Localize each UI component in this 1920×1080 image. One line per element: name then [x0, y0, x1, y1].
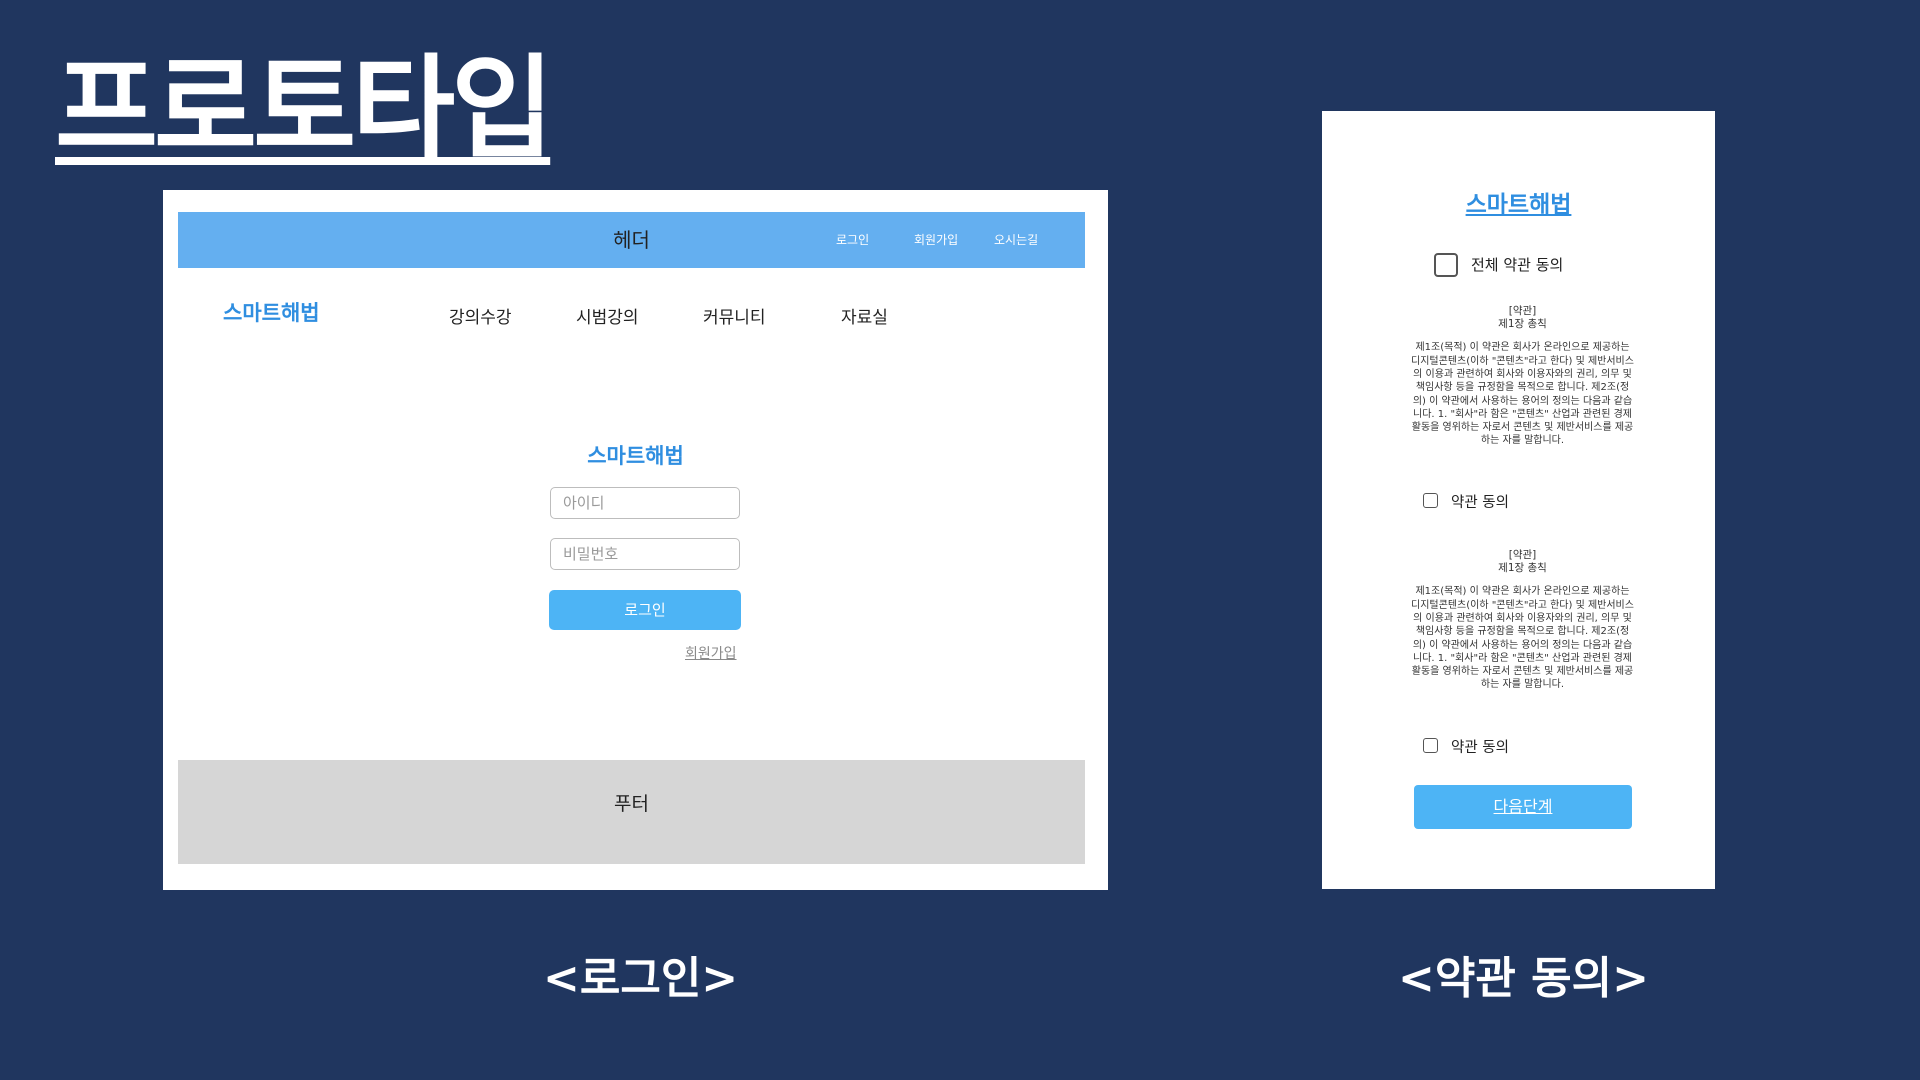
header-directions-link[interactable]: 오시는길: [994, 212, 1038, 268]
nav-item-trial-lecture[interactable]: 시범강의: [576, 303, 639, 328]
terms-prototype-frame: 스마트해법 전체 약관 동의 [약관] 제1장 총칙 제1조(목적) 이 약관은…: [1322, 111, 1715, 889]
footer-text: 푸터: [614, 793, 649, 815]
terms-chapter: 제1장 총칙: [1498, 318, 1547, 331]
site-logo[interactable]: 스마트해법: [223, 297, 320, 327]
password-input[interactable]: [550, 538, 740, 570]
nav-item-community[interactable]: 커뮤니티: [703, 303, 766, 328]
agree-all-label: 전체 약관 동의: [1471, 256, 1564, 274]
header-bar: 헤더 로그인 회원가입 오시는길: [178, 212, 1085, 268]
terms-chapter: 제1장 총칙: [1498, 562, 1547, 575]
terms-agree-checkbox-2[interactable]: [1423, 738, 1438, 753]
next-step-button[interactable]: 다음단계: [1414, 785, 1632, 829]
slide-title: 프로토타입: [55, 44, 554, 174]
terms-agree-label-1: 약관 동의: [1451, 495, 1509, 511]
agree-all-checkbox[interactable]: [1434, 253, 1458, 277]
terms-logo[interactable]: 스마트해법: [1322, 185, 1715, 219]
terms-caption: <약관 동의>: [1398, 953, 1649, 1004]
terms-heading: [약관]: [1508, 305, 1537, 317]
login-prototype-frame: 헤더 로그인 회원가입 오시는길 스마트해법 강의수강 시범강의 커뮤니티 자료…: [163, 190, 1108, 890]
login-button[interactable]: 로그인: [549, 590, 741, 630]
terms-body: 제1조(목적) 이 약관은 회사가 온라인으로 제공하는 디지털콘텐츠(이하 "…: [1411, 586, 1634, 691]
terms-agree-checkbox-1[interactable]: [1423, 493, 1438, 508]
terms-heading: [약관]: [1508, 549, 1537, 561]
header-signup-link[interactable]: 회원가입: [914, 212, 958, 268]
id-input[interactable]: [550, 487, 740, 519]
terms-body: 제1조(목적) 이 약관은 회사가 온라인으로 제공하는 디지털콘텐츠(이하 "…: [1411, 342, 1634, 447]
header-login-link[interactable]: 로그인: [836, 212, 869, 268]
terms-text-1: [약관] 제1장 총칙 제1조(목적) 이 약관은 회사가 온라인으로 제공하는…: [1410, 305, 1635, 448]
login-caption: <로그인>: [543, 953, 739, 1004]
footer-bar: 푸터: [178, 760, 1085, 864]
login-form-logo: 스마트해법: [587, 444, 684, 468]
nav-item-lecture[interactable]: 강의수강: [449, 303, 512, 328]
terms-text-2: [약관] 제1장 총칙 제1조(목적) 이 약관은 회사가 온라인으로 제공하는…: [1410, 549, 1635, 692]
signup-link[interactable]: 회원가입: [685, 643, 737, 663]
terms-agree-label-2: 약관 동의: [1451, 740, 1509, 756]
nav-item-resources[interactable]: 자료실: [841, 303, 888, 328]
